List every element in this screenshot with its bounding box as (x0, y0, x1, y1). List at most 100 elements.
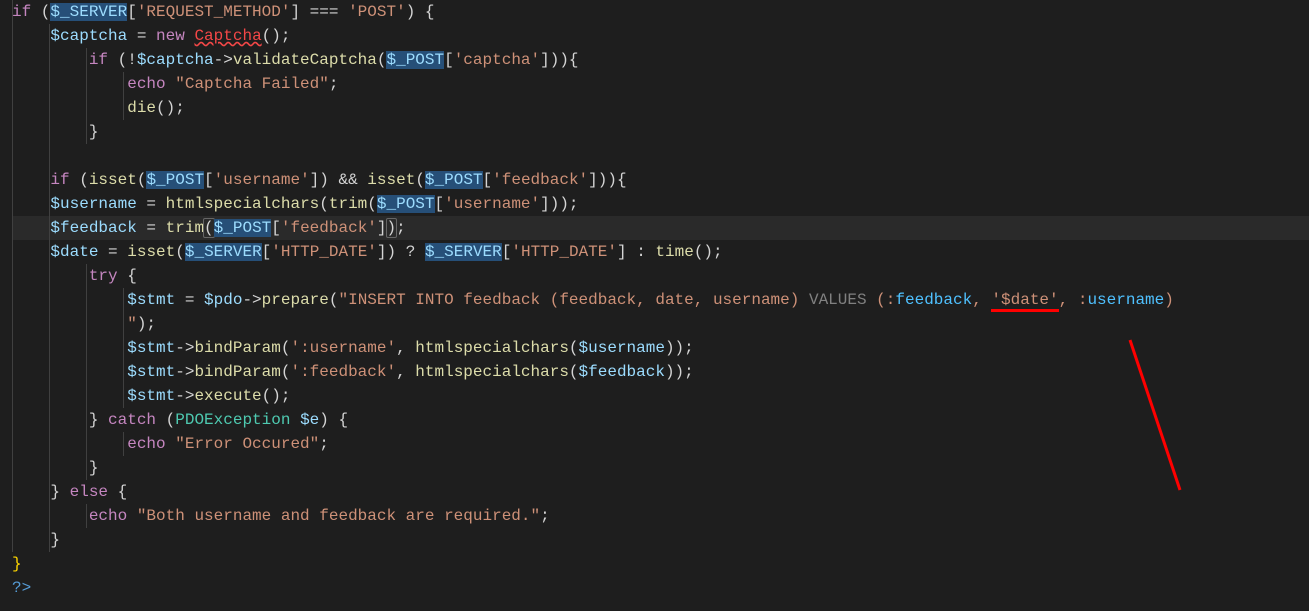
code-line[interactable]: } (12, 120, 1309, 144)
indent-guide (12, 360, 13, 384)
token-punct: (); (262, 27, 291, 45)
token-str: , : (1059, 291, 1088, 309)
token-var: $username (579, 339, 665, 357)
code-line[interactable]: } else { (12, 480, 1309, 504)
token-kw: try (89, 267, 118, 285)
token-punct: = (175, 291, 204, 309)
indent-guide (86, 456, 87, 480)
token-fn: validateCaptcha (233, 51, 377, 69)
indent-guide (49, 168, 50, 192)
token-punct: ( (415, 171, 425, 189)
token-fn: bindParam (194, 339, 280, 357)
code-line[interactable]: } (12, 456, 1309, 480)
token-punct: (); (694, 243, 723, 261)
token-punct: ; (329, 75, 339, 93)
indent-guide (49, 432, 50, 456)
code-editor[interactable]: if ($_SERVER['REQUEST_METHOD'] === 'POST… (0, 0, 1309, 600)
token-punct: [ (502, 243, 512, 261)
code-line[interactable]: if (isset($_POST['username']) && isset($… (12, 168, 1309, 192)
token-punct: ])){ (588, 171, 626, 189)
code-line[interactable]: } catch (PDOException $e) { (12, 408, 1309, 432)
code-line[interactable]: echo "Both username and feedback are req… (12, 504, 1309, 528)
token-var: $captcha (137, 51, 214, 69)
indent-guide (12, 264, 13, 288)
indent-guide (49, 264, 50, 288)
indent-guide (123, 432, 124, 456)
indent-guide (12, 192, 13, 216)
indent-guide (86, 96, 87, 120)
indent-guide (86, 72, 87, 96)
indent-guide (86, 120, 87, 144)
token-fn: isset (127, 243, 175, 261)
code-line[interactable]: try { (12, 264, 1309, 288)
token-fn: trim (166, 219, 204, 237)
indent-guide (12, 72, 13, 96)
token-op: -> (242, 291, 261, 309)
token-kw: else (70, 483, 108, 501)
token-fn: prepare (262, 291, 329, 309)
code-line[interactable]: $stmt->execute(); (12, 384, 1309, 408)
code-line[interactable]: ?> (12, 576, 1309, 600)
token-fn: htmlspecialchars (415, 363, 569, 381)
token-punct: ( (137, 171, 147, 189)
token-str: (: (867, 291, 896, 309)
token-var: $feedback (579, 363, 665, 381)
token-punct: [ (127, 3, 137, 21)
indent-guide (86, 312, 87, 336)
code-line[interactable]: $username = htmlspecialchars(trim($_POST… (12, 192, 1309, 216)
code-line[interactable]: echo "Captcha Failed"; (12, 72, 1309, 96)
token-kw: echo (127, 435, 165, 453)
token-var: $username (50, 195, 136, 213)
token-param: username (1087, 291, 1164, 309)
token-punct: } (89, 123, 99, 141)
indent-guide (123, 384, 124, 408)
code-line[interactable]: $stmt = $pdo->prepare("INSERT INTO feedb… (12, 288, 1309, 312)
token-punct (127, 507, 137, 525)
indent-guide (49, 312, 50, 336)
indent-guide (12, 336, 13, 360)
token-kw: if (89, 51, 108, 69)
token-punct (166, 435, 176, 453)
indent-guide (12, 120, 13, 144)
token-str: 'feedback' (492, 171, 588, 189)
token-op: === (310, 3, 339, 21)
token-str: ) (1164, 291, 1174, 309)
indent-guide (49, 120, 50, 144)
code-line[interactable]: if ($_SERVER['REQUEST_METHOD'] === 'POST… (12, 0, 1309, 24)
token-punct (646, 243, 656, 261)
code-line[interactable]: die(); (12, 96, 1309, 120)
token-punct: [ (435, 195, 445, 213)
code-line[interactable]: "); (12, 312, 1309, 336)
code-line[interactable]: $feedback = trim($_POST['feedback']); (12, 216, 1309, 240)
code-line[interactable] (12, 144, 1309, 168)
indent-guide (49, 384, 50, 408)
code-line[interactable]: $stmt->bindParam(':feedback', htmlspecia… (12, 360, 1309, 384)
token-punct: ])); (540, 195, 578, 213)
code-line[interactable]: } (12, 552, 1309, 576)
code-line[interactable]: if (!$captcha->validateCaptcha($_POST['c… (12, 48, 1309, 72)
token-punct: (); (262, 387, 291, 405)
indent-guide (49, 192, 50, 216)
indent-guide (12, 384, 13, 408)
code-line[interactable]: $date = isset($_SERVER['HTTP_DATE']) ? $… (12, 240, 1309, 264)
indent-guide (86, 408, 87, 432)
token-punct: (); (156, 99, 185, 117)
code-line[interactable]: } (12, 528, 1309, 552)
token-punct: [ (262, 243, 272, 261)
code-line[interactable]: echo "Error Occured"; (12, 432, 1309, 456)
indent-guide (123, 288, 124, 312)
indent-guide (86, 264, 87, 288)
token-superglobal: $_POST (146, 171, 204, 189)
token-punct: ]) (377, 243, 406, 261)
code-line[interactable]: $stmt->bindParam(':username', htmlspecia… (12, 336, 1309, 360)
code-line[interactable]: $captcha = new Captcha(); (12, 24, 1309, 48)
token-kw: if (12, 3, 31, 21)
indent-guide (123, 360, 124, 384)
token-fn: execute (194, 387, 261, 405)
token-param: feedback (895, 291, 972, 309)
token-superglobal: $_SERVER (50, 3, 127, 21)
token-punct: } (50, 531, 60, 549)
indent-guide (12, 24, 13, 48)
indent-guide (49, 408, 50, 432)
token-punct: ( (31, 3, 50, 21)
